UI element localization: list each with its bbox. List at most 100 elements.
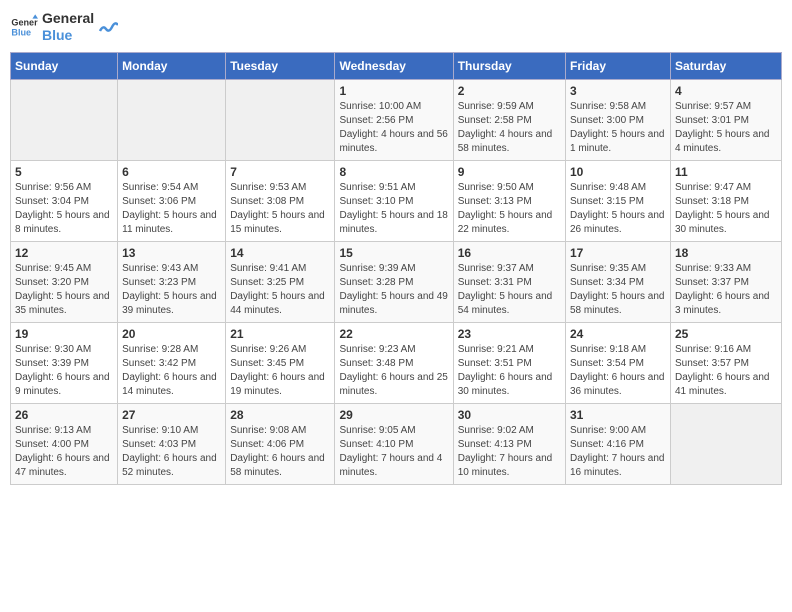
- day-info: Sunrise: 9:47 AM Sunset: 3:18 PM Dayligh…: [675, 181, 777, 237]
- logo-general: General: [42, 10, 94, 27]
- calendar-cell: 29 Sunrise: 9:05 AM Sunset: 4:10 PM Dayli…: [335, 403, 453, 484]
- day-info: Sunrise: 9:54 AM Sunset: 3:06 PM Dayligh…: [122, 181, 221, 237]
- calendar-cell: 19 Sunrise: 9:30 AM Sunset: 3:39 PM Dayli…: [11, 322, 118, 403]
- day-info: Sunrise: 9:05 AM Sunset: 4:10 PM Dayligh…: [339, 424, 448, 480]
- day-number: 11: [675, 165, 777, 179]
- day-info: Sunrise: 9:35 AM Sunset: 3:34 PM Dayligh…: [570, 262, 666, 318]
- day-info: Sunrise: 9:39 AM Sunset: 3:28 PM Dayligh…: [339, 262, 448, 318]
- day-number: 17: [570, 246, 666, 260]
- day-info: Sunrise: 9:41 AM Sunset: 3:25 PM Dayligh…: [230, 262, 330, 318]
- day-number: 6: [122, 165, 221, 179]
- calendar-cell: 24 Sunrise: 9:18 AM Sunset: 3:54 PM Dayli…: [565, 322, 670, 403]
- day-info: Sunrise: 10:00 AM Sunset: 2:56 PM Daylig…: [339, 100, 448, 156]
- day-number: 4: [675, 84, 777, 98]
- calendar-cell: 8 Sunrise: 9:51 AM Sunset: 3:10 PM Daylig…: [335, 160, 453, 241]
- day-info: Sunrise: 9:18 AM Sunset: 3:54 PM Dayligh…: [570, 343, 666, 399]
- day-info: Sunrise: 9:58 AM Sunset: 3:00 PM Dayligh…: [570, 100, 666, 156]
- day-number: 15: [339, 246, 448, 260]
- calendar-cell: 15 Sunrise: 9:39 AM Sunset: 3:28 PM Dayli…: [335, 241, 453, 322]
- header-monday: Monday: [118, 52, 226, 79]
- header-friday: Friday: [565, 52, 670, 79]
- calendar-cell: 13 Sunrise: 9:43 AM Sunset: 3:23 PM Dayli…: [118, 241, 226, 322]
- day-info: Sunrise: 9:13 AM Sunset: 4:00 PM Dayligh…: [15, 424, 113, 480]
- calendar-cell: 7 Sunrise: 9:53 AM Sunset: 3:08 PM Daylig…: [226, 160, 335, 241]
- header-wednesday: Wednesday: [335, 52, 453, 79]
- day-info: Sunrise: 9:10 AM Sunset: 4:03 PM Dayligh…: [122, 424, 221, 480]
- calendar-header-row: SundayMondayTuesdayWednesdayThursdayFrid…: [11, 52, 782, 79]
- calendar-cell: 23 Sunrise: 9:21 AM Sunset: 3:51 PM Dayli…: [453, 322, 565, 403]
- day-info: Sunrise: 9:45 AM Sunset: 3:20 PM Dayligh…: [15, 262, 113, 318]
- calendar-cell: 6 Sunrise: 9:54 AM Sunset: 3:06 PM Daylig…: [118, 160, 226, 241]
- calendar-cell: 21 Sunrise: 9:26 AM Sunset: 3:45 PM Dayli…: [226, 322, 335, 403]
- day-number: 23: [458, 327, 561, 341]
- day-info: Sunrise: 9:53 AM Sunset: 3:08 PM Dayligh…: [230, 181, 330, 237]
- header-saturday: Saturday: [670, 52, 781, 79]
- calendar-cell: 2 Sunrise: 9:59 AM Sunset: 2:58 PM Daylig…: [453, 79, 565, 160]
- day-number: 7: [230, 165, 330, 179]
- calendar-cell: 31Sunrise: 9:00 AM Sunset: 4:16 PM Dayli…: [565, 403, 670, 484]
- day-number: 28: [230, 408, 330, 422]
- day-info: Sunrise: 9:26 AM Sunset: 3:45 PM Dayligh…: [230, 343, 330, 399]
- day-number: 21: [230, 327, 330, 341]
- day-number: 1: [339, 84, 448, 98]
- day-info: Sunrise: 9:30 AM Sunset: 3:39 PM Dayligh…: [15, 343, 113, 399]
- calendar-week-5: 26 Sunrise: 9:13 AM Sunset: 4:00 PM Dayli…: [11, 403, 782, 484]
- day-number: 13: [122, 246, 221, 260]
- day-number: 16: [458, 246, 561, 260]
- calendar-cell: 11 Sunrise: 9:47 AM Sunset: 3:18 PM Dayli…: [670, 160, 781, 241]
- calendar-cell: [670, 403, 781, 484]
- calendar-cell: 14 Sunrise: 9:41 AM Sunset: 3:25 PM Dayli…: [226, 241, 335, 322]
- calendar-cell: 1 Sunrise: 10:00 AM Sunset: 2:56 PM Dayli…: [335, 79, 453, 160]
- header-thursday: Thursday: [453, 52, 565, 79]
- day-info: Sunrise: 9:37 AM Sunset: 3:31 PM Dayligh…: [458, 262, 561, 318]
- logo-blue: Blue: [42, 27, 94, 44]
- day-number: 25: [675, 327, 777, 341]
- calendar-cell: 4Sunrise: 9:57 AM Sunset: 3:01 PM Daylig…: [670, 79, 781, 160]
- day-number: 5: [15, 165, 113, 179]
- calendar-cell: 26 Sunrise: 9:13 AM Sunset: 4:00 PM Dayli…: [11, 403, 118, 484]
- day-number: 3: [570, 84, 666, 98]
- day-number: 9: [458, 165, 561, 179]
- day-number: 22: [339, 327, 448, 341]
- day-number: 26: [15, 408, 113, 422]
- day-number: 14: [230, 246, 330, 260]
- day-number: 20: [122, 327, 221, 341]
- calendar-cell: [226, 79, 335, 160]
- calendar-cell: 20 Sunrise: 9:28 AM Sunset: 3:42 PM Dayli…: [118, 322, 226, 403]
- header: General Blue General Blue: [10, 10, 782, 44]
- calendar-cell: 30Sunrise: 9:02 AM Sunset: 4:13 PM Dayli…: [453, 403, 565, 484]
- day-info: Sunrise: 9:43 AM Sunset: 3:23 PM Dayligh…: [122, 262, 221, 318]
- day-number: 18: [675, 246, 777, 260]
- header-tuesday: Tuesday: [226, 52, 335, 79]
- day-number: 19: [15, 327, 113, 341]
- calendar-cell: 3 Sunrise: 9:58 AM Sunset: 3:00 PM Daylig…: [565, 79, 670, 160]
- day-number: 8: [339, 165, 448, 179]
- day-number: 24: [570, 327, 666, 341]
- day-info: Sunrise: 9:28 AM Sunset: 3:42 PM Dayligh…: [122, 343, 221, 399]
- day-number: 27: [122, 408, 221, 422]
- calendar-cell: [118, 79, 226, 160]
- calendar-cell: 12 Sunrise: 9:45 AM Sunset: 3:20 PM Dayli…: [11, 241, 118, 322]
- day-number: 2: [458, 84, 561, 98]
- day-number: 29: [339, 408, 448, 422]
- day-info: Sunrise: 9:33 AM Sunset: 3:37 PM Dayligh…: [675, 262, 777, 318]
- day-info: Sunrise: 9:50 AM Sunset: 3:13 PM Dayligh…: [458, 181, 561, 237]
- logo-icon: General Blue: [10, 13, 38, 41]
- day-info: Sunrise: 9:08 AM Sunset: 4:06 PM Dayligh…: [230, 424, 330, 480]
- day-info: Sunrise: 9:23 AM Sunset: 3:48 PM Dayligh…: [339, 343, 448, 399]
- day-number: 12: [15, 246, 113, 260]
- day-info: Sunrise: 9:21 AM Sunset: 3:51 PM Dayligh…: [458, 343, 561, 399]
- calendar-week-3: 12 Sunrise: 9:45 AM Sunset: 3:20 PM Dayli…: [11, 241, 782, 322]
- calendar-cell: 18 Sunrise: 9:33 AM Sunset: 3:37 PM Dayli…: [670, 241, 781, 322]
- day-number: 10: [570, 165, 666, 179]
- calendar-cell: 28 Sunrise: 9:08 AM Sunset: 4:06 PM Dayli…: [226, 403, 335, 484]
- logo-wave-icon: [98, 17, 118, 37]
- day-number: 30: [458, 408, 561, 422]
- day-info: Sunrise: 9:51 AM Sunset: 3:10 PM Dayligh…: [339, 181, 448, 237]
- calendar-cell: 17 Sunrise: 9:35 AM Sunset: 3:34 PM Dayli…: [565, 241, 670, 322]
- svg-text:Blue: Blue: [11, 27, 31, 37]
- day-info: Sunrise: 9:48 AM Sunset: 3:15 PM Dayligh…: [570, 181, 666, 237]
- calendar-cell: 16 Sunrise: 9:37 AM Sunset: 3:31 PM Dayli…: [453, 241, 565, 322]
- calendar-cell: 9 Sunrise: 9:50 AM Sunset: 3:13 PM Daylig…: [453, 160, 565, 241]
- day-info: Sunrise: 9:59 AM Sunset: 2:58 PM Dayligh…: [458, 100, 561, 156]
